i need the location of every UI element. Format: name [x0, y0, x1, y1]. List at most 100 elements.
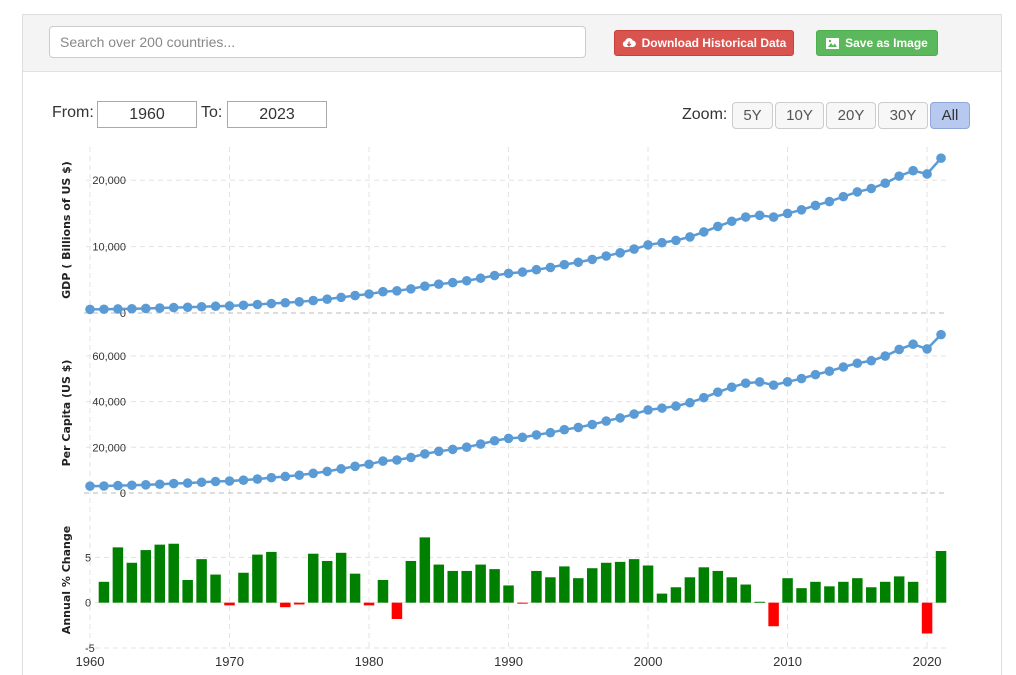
bar: [642, 565, 654, 603]
bar: [782, 578, 793, 603]
data-point: [545, 427, 556, 438]
data-point: [824, 196, 835, 207]
data-point: [796, 204, 807, 215]
bar: [838, 581, 849, 603]
data-point: [517, 432, 528, 443]
data-point: [433, 279, 444, 289]
bar: [126, 562, 138, 603]
data-point: [768, 380, 779, 390]
bar: [447, 570, 458, 603]
data-point: [545, 262, 556, 273]
data-point: [154, 479, 165, 490]
bar: [852, 578, 863, 603]
bar: [140, 550, 152, 603]
data-point: [713, 221, 723, 232]
data-point: [866, 355, 877, 366]
bar: [321, 560, 333, 603]
bar: [405, 560, 417, 603]
bar: [335, 552, 347, 603]
data-point: [210, 301, 221, 312]
bar: [433, 564, 445, 603]
data-point: [266, 298, 277, 309]
data-point: [866, 183, 877, 194]
data-point: [252, 474, 263, 484]
data-point: [936, 153, 946, 163]
gdp-chart: 0 10,000 20,000 GDP ( Billions of US $) 0 20,…: [60, 147, 948, 669]
data-point: [754, 377, 765, 387]
bar: [921, 602, 933, 634]
data-point: [503, 433, 514, 444]
y-tick-label: 0: [85, 598, 91, 610]
data-point: [852, 187, 863, 197]
bar: [824, 586, 835, 603]
bar: [768, 602, 779, 627]
x-tick-label: 1990: [494, 654, 523, 669]
data-point: [336, 292, 346, 303]
bar: [810, 581, 821, 603]
data-point: [280, 297, 291, 308]
data-point: [880, 178, 891, 189]
y-tick-label: 20,000: [92, 442, 126, 454]
bar: [740, 584, 751, 603]
data-point: [601, 416, 611, 426]
data-point: [266, 472, 277, 483]
data-point: [141, 303, 151, 314]
data-point: [294, 470, 305, 480]
bar: [586, 568, 598, 603]
data-point: [196, 301, 207, 312]
data-point: [252, 299, 263, 310]
data-point: [657, 403, 667, 413]
series-line: [89, 333, 942, 488]
data-point: [447, 277, 458, 288]
bar: [573, 578, 584, 603]
data-point: [85, 481, 95, 491]
data-point: [810, 200, 821, 211]
y-axis-label: GDP ( Billions of US $): [60, 161, 73, 299]
data-point: [740, 212, 751, 222]
data-point: [461, 275, 472, 286]
bar: [252, 554, 263, 603]
y-tick-label: 40,000: [92, 397, 126, 409]
bar: [614, 561, 626, 603]
bar: [866, 587, 877, 603]
data-point: [238, 300, 249, 311]
x-tick-label: 2010: [773, 654, 802, 669]
data-point: [378, 286, 388, 297]
data-point: [671, 401, 681, 411]
data-point: [824, 366, 835, 376]
bar: [670, 587, 682, 603]
data-point: [224, 301, 235, 311]
data-point: [489, 435, 500, 446]
bar: [224, 602, 235, 606]
data-point: [838, 362, 849, 372]
bar: [363, 602, 375, 606]
data-point: [657, 237, 667, 248]
data-point: [643, 405, 653, 415]
data-point: [531, 430, 542, 440]
bar: [196, 559, 207, 603]
data-point: [336, 464, 346, 474]
data-point: [810, 369, 821, 380]
data-point: [713, 387, 723, 397]
bar: [684, 577, 696, 603]
data-point: [475, 273, 486, 284]
data-point: [740, 378, 751, 388]
x-tick-label: 1980: [355, 654, 384, 669]
data-point: [322, 466, 332, 477]
data-point: [224, 476, 235, 486]
data-point: [99, 481, 109, 491]
data-point: [475, 439, 486, 449]
data-point: [99, 304, 109, 315]
bar: [628, 559, 640, 603]
bar: [559, 566, 570, 603]
y-tick-label: 10,000: [92, 242, 126, 254]
data-point: [531, 264, 542, 275]
bar: [391, 602, 403, 619]
data-point: [838, 191, 849, 202]
data-point: [489, 270, 500, 281]
data-point: [629, 409, 639, 419]
data-point: [238, 475, 249, 485]
bar: [266, 551, 277, 603]
data-point: [922, 344, 932, 354]
data-point: [364, 289, 374, 299]
